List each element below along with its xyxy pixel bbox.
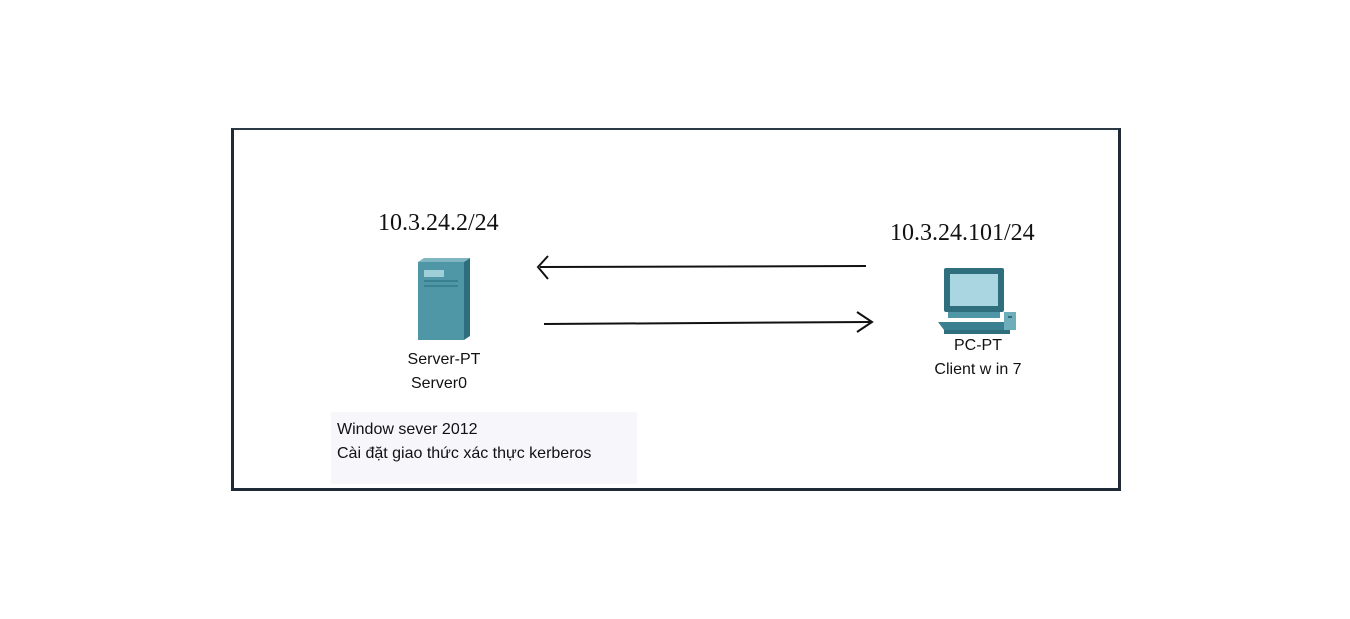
topology-canvas: 10.3.24.2/24 10.3.24.101/24 Server-PT Se… [231, 128, 1121, 491]
note-line-os: Window sever 2012 [337, 421, 478, 438]
note-line-description: Cài đặt giao thức xác thực kerberos [337, 445, 592, 462]
arrow-client-to-server [536, 255, 867, 280]
arrow-server-to-client [543, 311, 874, 333]
note-box: Window sever 2012 Cài đặt giao thức xác … [331, 412, 637, 484]
